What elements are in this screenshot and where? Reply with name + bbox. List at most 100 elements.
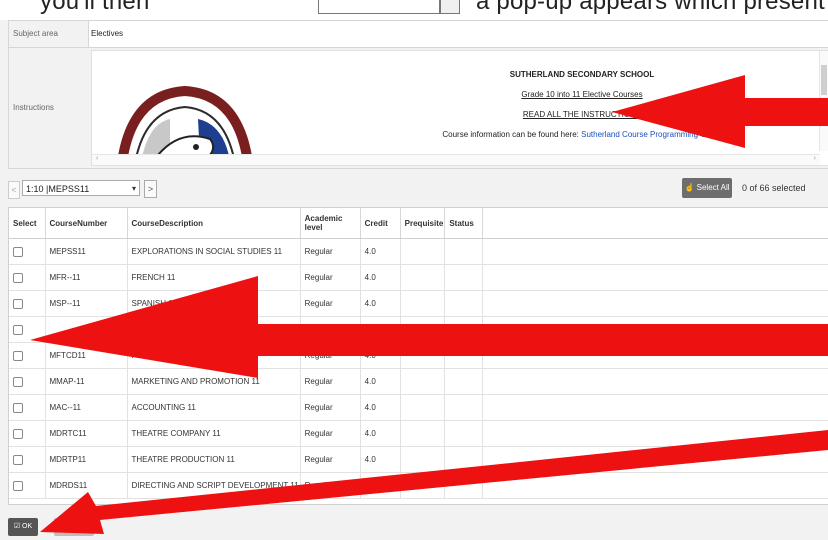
instructions-row: Instructions SUTHERLAND SECONDARY SCHOOL… (8, 47, 828, 169)
row-checkbox[interactable] (13, 454, 23, 465)
column-header-academic-level[interactable]: Academic level (300, 208, 361, 239)
row-checkbox[interactable] (13, 350, 23, 361)
page-range-select[interactable]: 1:10 |MEPSS11 ▾ (22, 180, 140, 196)
table-row[interactable]: MDRTP11 THEATRE PRODUCTION 11 Regular 4.… (9, 446, 828, 473)
column-header-prerequisite[interactable]: Prequisite (400, 208, 446, 239)
prerequisite (400, 342, 446, 369)
course-description: THEATRE PRODUCTION 11 (127, 446, 301, 473)
status (444, 446, 484, 473)
credit: 4.0 (360, 394, 401, 421)
school-name: SUTHERLAND SECONDARY SCHOOL (509, 70, 655, 79)
filler-cell (482, 290, 828, 317)
course-number: MEPSS11 (45, 238, 128, 265)
subject-area-row: Subject area Electives (8, 20, 828, 48)
status (444, 342, 484, 369)
table-row[interactable]: MDRDS11 DIRECTING AND SCRIPT DEVELOPMENT… (9, 472, 828, 499)
prerequisite (400, 420, 446, 447)
instructions-frame[interactable]: SUTHERLAND SECONDARY SCHOOL Grade 10 int… (91, 50, 828, 166)
row-checkbox[interactable] (13, 402, 23, 413)
row-checkbox[interactable] (13, 324, 23, 335)
course-description: FRENCH 11 (127, 264, 301, 291)
column-header-credit[interactable]: Credit (360, 208, 401, 239)
status (444, 420, 484, 447)
course-programming-guide-link[interactable]: Sutherland Course Programming Guide (581, 130, 722, 139)
checkbox-check-icon: ☑ (13, 523, 21, 530)
row-checkbox-cell[interactable] (9, 264, 46, 291)
table-row[interactable]: MMAP-11 MARKETING AND PROMOTION 11 Regul… (9, 368, 828, 395)
column-header-select[interactable]: Select (9, 208, 46, 239)
column-header-course-number[interactable]: CourseNumber (45, 208, 128, 239)
course-description: SPANISH 11 (127, 290, 301, 317)
credit: 4.0 (360, 420, 401, 447)
row-checkbox-cell[interactable] (9, 290, 46, 317)
scroll-right-icon[interactable]: › (814, 155, 816, 162)
scroll-left-icon[interactable]: ‹ (96, 155, 98, 162)
cancel-button[interactable] (54, 518, 94, 536)
credit: 4.0 (360, 342, 401, 369)
course-number: MFTCD11 (45, 342, 128, 369)
table-row[interactable]: MFTCD11 FITNESS AND Regular 4.0 (9, 342, 828, 369)
instructions-horizontal-scrollbar[interactable]: ‹ › (92, 154, 820, 165)
row-checkbox[interactable] (13, 246, 23, 257)
row-checkbox-cell[interactable] (9, 342, 46, 369)
prerequisite (400, 238, 446, 265)
academic-level: Regular (300, 342, 361, 369)
row-checkbox[interactable] (13, 298, 23, 309)
row-checkbox-cell[interactable] (9, 420, 46, 447)
table-row[interactable]: MFR--11 FRENCH 11 Regular 4.0 (9, 264, 828, 291)
course-description: EXPLORATIONS IN SOCIAL STUDIES 11 (127, 238, 301, 265)
row-checkbox-cell[interactable] (9, 446, 46, 473)
table-row[interactable]: MEPSS11 EXPLORATIONS IN SOCIAL STUDIES 1… (9, 238, 828, 265)
instructions-label: Instructions (13, 103, 54, 112)
row-checkbox-cell[interactable] (9, 394, 46, 421)
filler-cell (482, 420, 828, 447)
academic-level: Regular (300, 290, 361, 317)
academic-level: Regular (300, 472, 361, 499)
credit: 4.0 (360, 264, 401, 291)
row-checkbox-cell[interactable] (9, 472, 46, 499)
instructions-subtitle: Grade 10 into 11 Elective Courses (521, 90, 643, 99)
prerequisite (400, 316, 446, 343)
filler-cell (482, 264, 828, 291)
course-number: MAC--11 (45, 394, 128, 421)
table-row[interactable]: MSP--11 SPANISH 11 Regular 4.0 (9, 290, 828, 317)
course-info-prefix: Course information can be found here: (442, 130, 579, 139)
prerequisite (400, 290, 446, 317)
courses-grid: Select CourseNumber CourseDescription Ac… (8, 207, 828, 505)
prerequisite (400, 264, 446, 291)
top-caption: you'll then a pop-up appears which prese… (0, 0, 828, 20)
page-range-value: 1:10 |MEPSS11 (26, 184, 90, 194)
instructions-vertical-scrollbar[interactable] (819, 51, 828, 151)
course-description: MARKETING AND PROMOTION 11 (127, 368, 301, 395)
table-row[interactable]: MDRTC11 THEATRE COMPANY 11 Regular 4.0 (9, 420, 828, 447)
table-row[interactable] (9, 316, 828, 343)
ok-button[interactable]: ☑ OK (8, 518, 38, 536)
course-description (127, 316, 301, 343)
column-header-course-description[interactable]: CourseDescription (127, 208, 301, 239)
ok-label: OK (22, 523, 33, 530)
scrollbar-thumb[interactable] (821, 65, 827, 95)
row-checkbox[interactable] (13, 272, 23, 283)
select-all-button[interactable]: ☝ Select All (682, 178, 732, 198)
row-checkbox[interactable] (13, 376, 23, 387)
course-number: MDRTP11 (45, 446, 128, 473)
credit: 4.0 (360, 290, 401, 317)
previous-page-button[interactable]: < (8, 181, 20, 199)
row-checkbox-cell[interactable] (9, 238, 46, 265)
credit (360, 316, 401, 343)
selected-count: 0 of 66 selected (742, 183, 806, 193)
row-checkbox[interactable] (13, 428, 23, 439)
academic-level: Regular (300, 264, 361, 291)
table-row[interactable]: MAC--11 ACCOUNTING 11 Regular 4.0 (9, 394, 828, 421)
column-header-status[interactable]: Status (444, 208, 484, 239)
next-page-button[interactable]: > (144, 180, 157, 198)
caption-input-illustration (318, 0, 440, 14)
row-checkbox[interactable] (13, 480, 23, 491)
row-checkbox-cell[interactable] (9, 316, 46, 343)
prerequisite (400, 394, 446, 421)
course-number: MMAP-11 (45, 368, 128, 395)
hand-pointer-icon: ☝ (684, 183, 695, 192)
credit (360, 472, 401, 499)
row-checkbox-cell[interactable] (9, 368, 46, 395)
course-number: MDRTC11 (45, 420, 128, 447)
